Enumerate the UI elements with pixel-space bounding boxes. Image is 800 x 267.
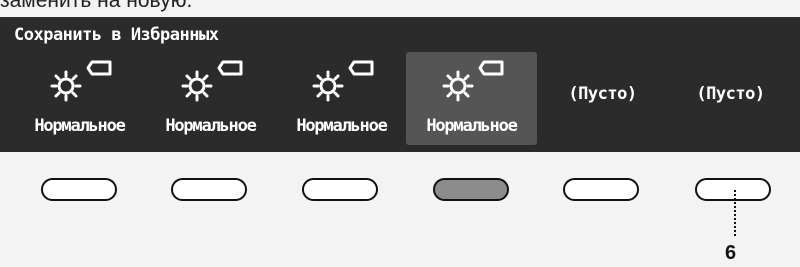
panel-title: Сохранить в Избранных <box>14 25 219 45</box>
sun-with-tag-icon <box>442 60 503 102</box>
sun-with-tag-icon <box>50 60 111 102</box>
slot-empty-label: (Пусто) <box>696 84 765 104</box>
slot-label: Нормальное <box>34 116 126 136</box>
callout-number: 6 <box>725 242 737 264</box>
favorite-slot-5[interactable]: (Пусто) <box>537 52 668 145</box>
favorite-slot-2[interactable]: Нормальное <box>145 52 276 145</box>
slot-label: Нормальное <box>296 116 388 136</box>
soft-button-3[interactable] <box>302 178 378 201</box>
soft-button-2[interactable] <box>171 178 247 201</box>
favorite-slot-4-selected[interactable]: Нормальное <box>406 52 537 145</box>
favorite-slot-3[interactable]: Нормальное <box>276 52 407 145</box>
soft-button-4-pressed[interactable] <box>433 178 509 201</box>
slot-label: Нормальное <box>426 116 518 136</box>
soft-button-6[interactable] <box>695 178 771 201</box>
slot-empty-label: (Пусто) <box>568 84 637 104</box>
favorites-panel: Сохранить в Избранных Нормальное Нормаль… <box>0 17 800 152</box>
favorite-slot-1[interactable]: Нормальное <box>14 52 145 145</box>
soft-button-5[interactable] <box>563 178 639 201</box>
sun-with-tag-icon <box>181 60 242 102</box>
slot-label: Нормальное <box>165 116 257 136</box>
caption-text-cut: заменить на новую. <box>0 0 193 12</box>
sun-with-tag-icon <box>312 60 373 102</box>
soft-button-1[interactable] <box>41 178 117 201</box>
callout-leader-line <box>734 190 736 236</box>
favorite-slot-6[interactable]: (Пусто) <box>665 52 796 145</box>
